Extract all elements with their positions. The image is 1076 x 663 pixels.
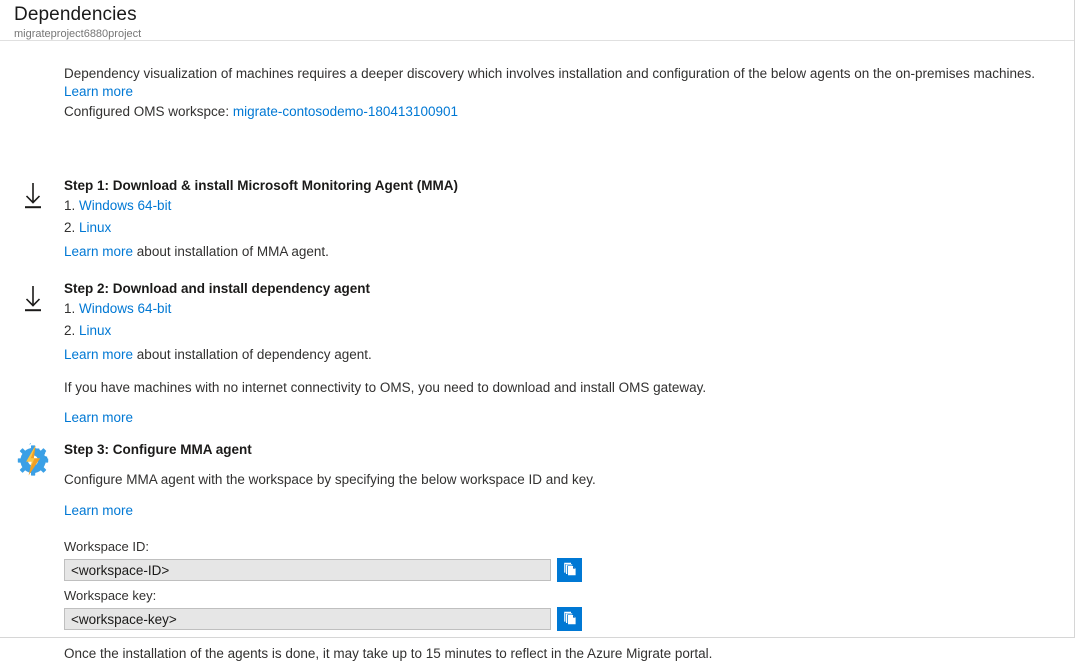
configured-workspace-link[interactable]: migrate-contosodemo-180413100901 bbox=[233, 104, 458, 119]
step-3-title: Step 3: Configure MMA agent bbox=[64, 441, 1010, 459]
configured-workspace-label: Configured OMS workspce: bbox=[64, 104, 233, 119]
step-3-body: Step 3: Configure MMA agent Configure MM… bbox=[64, 441, 1010, 631]
step-2-linux-link[interactable]: Linux bbox=[79, 323, 111, 338]
step-1-body: Step 1: Download & install Microsoft Mon… bbox=[64, 177, 1010, 261]
oms-gateway-learn-more-link[interactable]: Learn more bbox=[64, 410, 133, 425]
step-2-note: Learn more about installation of depende… bbox=[64, 346, 1010, 364]
step-1-note: Learn more about installation of MMA age… bbox=[64, 243, 1010, 261]
step-2-body: Step 2: Download and install dependency … bbox=[64, 280, 1010, 427]
page-subtitle: migrateproject6880project bbox=[14, 27, 1074, 41]
list-item-number: 1. bbox=[64, 301, 75, 316]
step-3-paragraph: Configure MMA agent with the workspace b… bbox=[64, 471, 1010, 489]
footer-note: Once the installation of the agents is d… bbox=[64, 645, 712, 663]
oms-gateway-note: Learn more bbox=[64, 409, 1010, 427]
step-1-download-list: 1. Windows 64-bit 2. Linux bbox=[64, 195, 1010, 239]
step-2-download-list: 1. Windows 64-bit 2. Linux bbox=[64, 298, 1010, 342]
list-item: 1. Windows 64-bit bbox=[64, 195, 1010, 217]
workspace-key-row bbox=[64, 607, 1010, 631]
list-item: 1. Windows 64-bit bbox=[64, 298, 1010, 320]
step-3-learn-more-link[interactable]: Learn more bbox=[64, 503, 133, 518]
step-2-note-text: about installation of dependency agent. bbox=[133, 347, 372, 362]
list-item-number: 1. bbox=[64, 198, 75, 213]
gear-bolt-icon bbox=[14, 441, 52, 479]
copy-icon bbox=[562, 561, 578, 580]
step-2-learn-more-link[interactable]: Learn more bbox=[64, 347, 133, 362]
oms-gateway-paragraph: If you have machines with no internet co… bbox=[64, 379, 1010, 397]
step-2-windows-link[interactable]: Windows 64-bit bbox=[79, 301, 171, 316]
list-item: 2. Linux bbox=[64, 217, 1010, 239]
workspace-key-input[interactable] bbox=[64, 608, 551, 630]
workspace-key-label: Workspace key: bbox=[64, 587, 1010, 604]
step-1: Step 1: Download & install Microsoft Mon… bbox=[0, 177, 1010, 261]
intro-learn-more-link[interactable]: Learn more bbox=[64, 84, 133, 99]
list-item-number: 2. bbox=[64, 323, 75, 338]
step-1-windows-link[interactable]: Windows 64-bit bbox=[79, 198, 171, 213]
step-3-note: Learn more bbox=[64, 502, 1010, 520]
workspace-id-row bbox=[64, 558, 1010, 582]
dependencies-page: Dependencies migrateproject6880project D… bbox=[0, 0, 1075, 638]
download-icon bbox=[14, 280, 52, 318]
list-item: 2. Linux bbox=[64, 320, 1010, 342]
copy-workspace-key-button[interactable] bbox=[557, 607, 582, 631]
step-1-linux-link[interactable]: Linux bbox=[79, 220, 111, 235]
intro-paragraph: Dependency visualization of machines req… bbox=[64, 65, 1064, 101]
step-2-title: Step 2: Download and install dependency … bbox=[64, 280, 1010, 298]
page-title: Dependencies bbox=[14, 4, 1074, 26]
workspace-id-input[interactable] bbox=[64, 559, 551, 581]
download-icon bbox=[14, 177, 52, 215]
intro-text: Dependency visualization of machines req… bbox=[64, 66, 1035, 81]
copy-icon bbox=[562, 610, 578, 629]
workspace-id-label: Workspace ID: bbox=[64, 538, 1010, 555]
step-1-learn-more-link[interactable]: Learn more bbox=[64, 244, 133, 259]
step-1-note-text: about installation of MMA agent. bbox=[133, 244, 329, 259]
configured-workspace-line: Configured OMS workspce: migrate-contoso… bbox=[64, 103, 458, 121]
step-3: Step 3: Configure MMA agent Configure MM… bbox=[0, 441, 1010, 631]
step-1-title: Step 1: Download & install Microsoft Mon… bbox=[64, 177, 1010, 195]
step-2: Step 2: Download and install dependency … bbox=[0, 280, 1010, 427]
page-header: Dependencies migrateproject6880project bbox=[0, 0, 1074, 41]
list-item-number: 2. bbox=[64, 220, 75, 235]
copy-workspace-id-button[interactable] bbox=[557, 558, 582, 582]
